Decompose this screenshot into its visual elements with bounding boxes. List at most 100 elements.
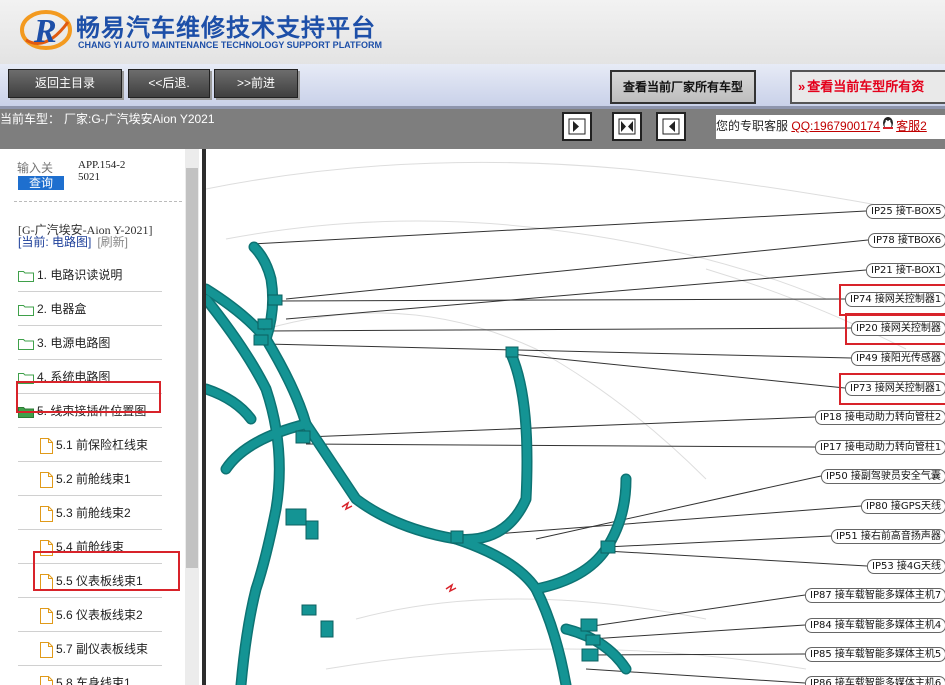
tree-separator: [18, 359, 162, 360]
connector-callout[interactable]: IP17 接电动助力转向管柱1: [815, 440, 945, 455]
connector-callout[interactable]: IP49 接阳光传感器: [851, 351, 945, 366]
callout-label: IP78 接TBOX6: [873, 235, 942, 246]
wiring-diagram-viewer[interactable]: IP25 接T-BOX5 IP78 接TBOX6 IP21 接T-BOX1 IP74 …: [202, 149, 945, 685]
connector-callout[interactable]: IP21 接T-BOX1: [866, 263, 945, 278]
double-arrow-icon: »: [798, 79, 806, 94]
harness-main: [206, 243, 630, 685]
tree-item[interactable]: 1. 电路识读说明: [18, 262, 122, 288]
tree-separator: [18, 427, 162, 428]
search-input[interactable]: [17, 161, 63, 175]
connector-callout[interactable]: IP87 接车载智能多媒体主机7: [805, 588, 945, 603]
callout-label: IP50 接副驾驶员安全气囊: [826, 471, 941, 482]
fit-right-button[interactable]: [562, 112, 592, 141]
callout-label: IP53 接4G天线: [872, 561, 941, 572]
support-link-2[interactable]: 客服2: [896, 119, 927, 133]
current-model: 当前车型： 厂家:G-广汽埃安Aion Y2021: [0, 110, 215, 127]
tree-item[interactable]: 5.8 车身线束1: [40, 670, 131, 685]
tree-separator: [18, 597, 162, 598]
tree-item[interactable]: 2. 电器盒: [18, 296, 86, 322]
connector-callout[interactable]: IP86 接车载智能多媒体主机6: [805, 676, 945, 685]
logo-icon: R: [20, 10, 72, 50]
connector-callout[interactable]: IP80 接GPS天线: [861, 499, 945, 514]
highlight-box: [16, 381, 161, 413]
sidebar-scrollbar[interactable]: [185, 149, 199, 685]
callout-highlight-box: [839, 284, 945, 316]
qq-penguin-icon: [883, 117, 894, 129]
connectors: [253, 294, 616, 662]
tree-item[interactable]: 5.1 前保险杠线束: [40, 432, 148, 458]
document-icon: [40, 505, 53, 522]
tree-item-label: 5.6 仪表板线束2: [56, 608, 143, 622]
tree-item-label: 1. 电路识读说明: [37, 268, 123, 282]
tree-separator: [18, 291, 162, 292]
tree-item-label: 5.1 前保险杠线束: [56, 438, 149, 452]
document-icon: [40, 471, 53, 488]
callout-label: IP49 接阳光传感器: [856, 353, 941, 364]
tree-separator: [18, 529, 162, 530]
all-models-button[interactable]: 查看当前厂家所有车型: [610, 70, 756, 104]
tree-item[interactable]: 5.7 副仪表板线束: [40, 636, 148, 662]
connector-callout[interactable]: IP78 接TBOX6: [868, 233, 945, 248]
support-box: 您的专职客服 QQ:1967900174 客服2: [716, 115, 945, 139]
divider: [14, 201, 182, 202]
callout-label: IP85 接车载智能多媒体主机5: [810, 649, 942, 660]
folder-icon: [18, 304, 34, 316]
app-code: APP.154-25021: [78, 159, 126, 183]
tree-item-label: 2. 电器盒: [37, 302, 87, 316]
refresh-link[interactable]: [刷新]: [97, 235, 128, 249]
leader-line: [535, 475, 822, 540]
tree-item[interactable]: 5.3 前舱线束2: [40, 500, 131, 526]
leader-line: [585, 594, 806, 628]
forward-button[interactable]: >>前进: [214, 69, 298, 98]
tree-item[interactable]: 5.6 仪表板线束2: [40, 602, 143, 628]
tree-item[interactable]: 5.2 前舱线束1: [40, 466, 131, 492]
connector-callout[interactable]: IP25 接T-BOX5: [866, 204, 945, 219]
tree-separator: [18, 631, 162, 632]
tree-current-line: [当前: 电路图] [刷新]: [18, 233, 128, 250]
home-button[interactable]: 返回主目录: [8, 69, 122, 98]
support-text: 您的专职客服: [716, 119, 789, 133]
connector-callout[interactable]: IP84 接车载智能多媒体主机4: [805, 618, 945, 633]
document-icon: [40, 675, 53, 685]
leader-line: [605, 550, 868, 567]
tree-separator: [18, 325, 162, 326]
callout-label: IP25 接T-BOX5: [871, 206, 942, 217]
callout-label: IP80 接GPS天线: [866, 501, 942, 512]
query-button[interactable]: 查询: [18, 176, 64, 190]
callout-label: IP21 接T-BOX1: [871, 265, 942, 276]
tree-item-label: 5.8 车身线束1: [56, 676, 131, 685]
fit-both-button[interactable]: [612, 112, 642, 141]
info-bar: 当前车型： 厂家:G-广汽埃安Aion Y2021 您的专职客服 QQ:19679…: [0, 109, 945, 149]
tree-separator: [18, 461, 162, 462]
fit-left-button[interactable]: [656, 112, 686, 141]
folder-icon: [18, 270, 34, 282]
callout-label: IP87 接车载智能多媒体主机7: [810, 590, 942, 601]
site-subtitle: CHANG YI AUTO MAINTENANCE TECHNOLOGY SUP…: [78, 40, 383, 50]
all-data-button[interactable]: » 查看当前车型所有资: [790, 70, 945, 104]
tree-item-label: 5.2 前舱线束1: [56, 472, 131, 486]
leader-line: [250, 210, 867, 245]
model-value: 厂家:G-广汽埃安Aion Y2021: [64, 112, 215, 126]
connector-callout[interactable]: IP85 接车载智能多媒体主机5: [805, 647, 945, 662]
connector-callout[interactable]: IP50 接副驾驶员安全气囊: [821, 469, 945, 484]
callout-label: IP84 接车载智能多媒体主机4: [810, 620, 942, 631]
tree-item-label: 5.3 前舱线束2: [56, 506, 131, 520]
tree-item[interactable]: 3. 电源电路图: [18, 330, 110, 356]
tree-current: [当前: 电路图]: [18, 235, 92, 249]
leader-line: [585, 668, 806, 684]
leader-line: [265, 327, 852, 332]
red-marks: [341, 501, 457, 593]
fit-right-icon: [568, 118, 586, 135]
fit-both-icon: [618, 118, 636, 135]
site-title: 畅易汽车维修技术支持平台: [76, 14, 376, 42]
scrollbar-thumb[interactable]: [186, 168, 198, 568]
connector-callout[interactable]: IP18 接电动助力转向管柱2: [815, 410, 945, 425]
document-icon: [40, 437, 53, 454]
callout-label: IP17 接电动助力转向管柱1: [820, 442, 942, 453]
connector-callout[interactable]: IP53 接4G天线: [867, 559, 945, 574]
callout-label: IP51 接右前高音扬声器: [836, 531, 941, 542]
leader-line: [305, 416, 816, 438]
qq-link[interactable]: QQ:1967900174: [791, 119, 880, 133]
connector-callout[interactable]: IP51 接右前高音扬声器: [831, 529, 945, 544]
back-button[interactable]: <<后退.: [128, 69, 210, 98]
